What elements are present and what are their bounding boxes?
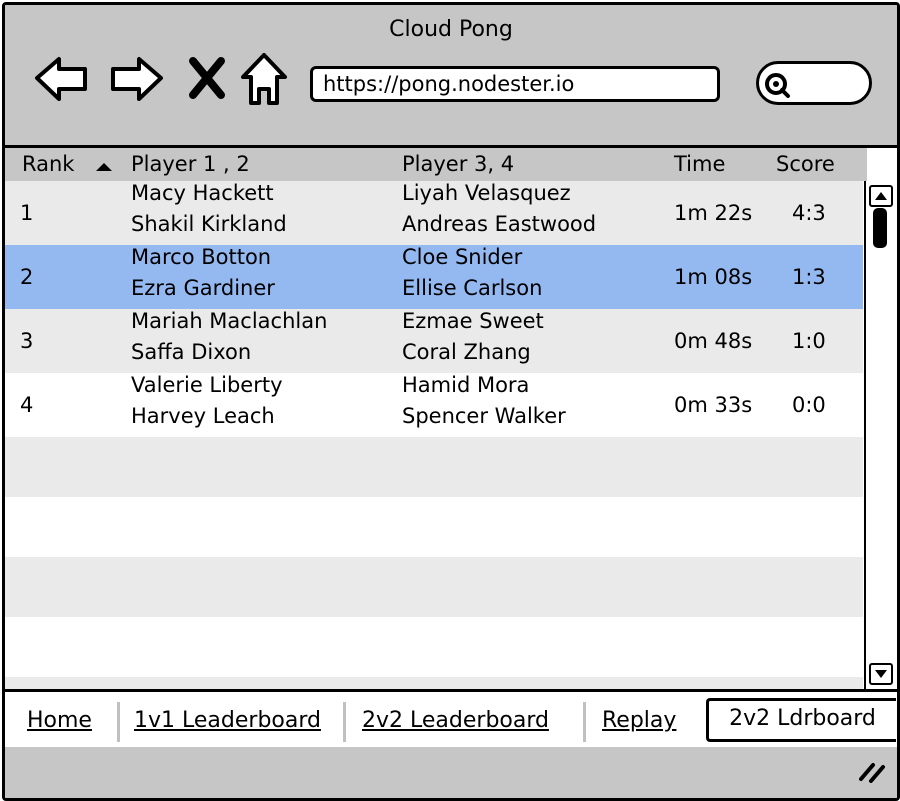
table-row[interactable]: 3 Mariah Maclachlan Saffa Dixon Ezmae Sw… [5, 309, 863, 373]
url-input[interactable]: https://pong.nodester.io [310, 66, 720, 102]
tab-bar: Home 1v1 Leaderboard 2v2 Leaderboard Rep… [5, 689, 897, 750]
tab-2v2-leaderboard[interactable]: 2v2 Leaderboard [362, 708, 549, 733]
score-cell: 4:3 [792, 201, 826, 225]
player-1-cell: Marco Botton [131, 245, 272, 269]
vertical-scrollbar[interactable] [864, 181, 894, 689]
player-4-cell: Ellise Carlson [402, 276, 543, 300]
rank-cell: 2 [20, 265, 34, 289]
empty-row [5, 617, 863, 677]
column-header-players-a[interactable]: Player 1 , 2 [131, 152, 250, 176]
player-3-cell: Hamid Mora [402, 373, 530, 397]
player-3-cell: Liyah Velasquez [402, 181, 571, 205]
table-row[interactable]: 4 Valerie Liberty Harvey Leach Hamid Mor… [5, 373, 863, 437]
time-cell: 1m 22s [674, 201, 753, 225]
forward-arrow-icon[interactable] [109, 51, 165, 107]
column-header-players-b[interactable]: Player 3, 4 [402, 152, 514, 176]
empty-row [5, 497, 863, 557]
scroll-down-arrow-icon [875, 670, 887, 678]
resize-grip-icon[interactable] [857, 761, 887, 783]
rank-cell: 4 [20, 393, 34, 417]
column-header-rank[interactable]: Rank [22, 152, 74, 176]
score-cell: 1:0 [792, 329, 826, 353]
tab-home[interactable]: Home [27, 708, 92, 733]
table-header: Rank Player 1 , 2 Player 3, 4 Time Score [5, 148, 867, 181]
tab-divider [117, 702, 120, 742]
browser-toolbar: Cloud Pong https://pong.nodester.io [5, 5, 897, 148]
column-header-time[interactable]: Time [674, 152, 725, 176]
player-1-cell: Valerie Liberty [131, 373, 283, 397]
time-cell: 1m 08s [674, 265, 753, 289]
home-icon[interactable] [239, 51, 289, 107]
tab-replay[interactable]: Replay [602, 708, 676, 733]
player-1-cell: Mariah Maclachlan [131, 309, 328, 333]
empty-row [5, 677, 863, 689]
player-2-cell: Harvey Leach [131, 404, 275, 428]
search-field[interactable] [756, 61, 872, 105]
rank-cell: 3 [20, 329, 34, 353]
player-1-cell: Macy Hackett [131, 181, 274, 205]
tab-divider [583, 702, 586, 742]
empty-row [5, 437, 863, 497]
rank-cell: 1 [20, 201, 34, 225]
scroll-down-button[interactable] [869, 663, 893, 685]
time-cell: 0m 33s [674, 393, 753, 417]
back-arrow-icon[interactable] [33, 51, 89, 107]
close-x-icon[interactable] [185, 51, 229, 107]
player-4-cell: Andreas Eastwood [402, 212, 597, 236]
tab-2v2-ldrboard-active[interactable]: 2v2 Ldrboard [706, 698, 896, 742]
player-3-cell: Cloe Snider [402, 245, 523, 269]
table-row-selected[interactable]: 2 Marco Botton Ezra Gardiner Cloe Snider… [5, 245, 863, 309]
leaderboard-table: 1 Macy Hackett Shakil Kirkland Liyah Vel… [5, 181, 863, 689]
tab-1v1-leaderboard[interactable]: 1v1 Leaderboard [134, 708, 321, 733]
player-2-cell: Saffa Dixon [131, 340, 252, 364]
tab-divider [343, 702, 346, 742]
player-4-cell: Coral Zhang [402, 340, 531, 364]
player-4-cell: Spencer Walker [402, 404, 566, 428]
player-2-cell: Shakil Kirkland [131, 212, 287, 236]
status-bar [5, 747, 897, 798]
score-cell: 0:0 [792, 393, 826, 417]
time-cell: 0m 48s [674, 329, 753, 353]
browser-window: Cloud Pong https://pong.nodester.io Rank… [2, 2, 900, 801]
score-cell: 1:3 [792, 265, 826, 289]
scroll-up-button[interactable] [869, 185, 893, 207]
scroll-thumb[interactable] [873, 208, 887, 248]
window-title: Cloud Pong [389, 17, 513, 42]
empty-row [5, 557, 863, 617]
scroll-up-arrow-icon [875, 192, 887, 200]
player-3-cell: Ezmae Sweet [402, 309, 544, 333]
table-row[interactable]: 1 Macy Hackett Shakil Kirkland Liyah Vel… [5, 181, 863, 245]
column-header-score[interactable]: Score [776, 152, 835, 176]
sort-ascending-icon[interactable] [95, 162, 113, 172]
search-icon [765, 73, 790, 98]
player-2-cell: Ezra Gardiner [131, 276, 275, 300]
